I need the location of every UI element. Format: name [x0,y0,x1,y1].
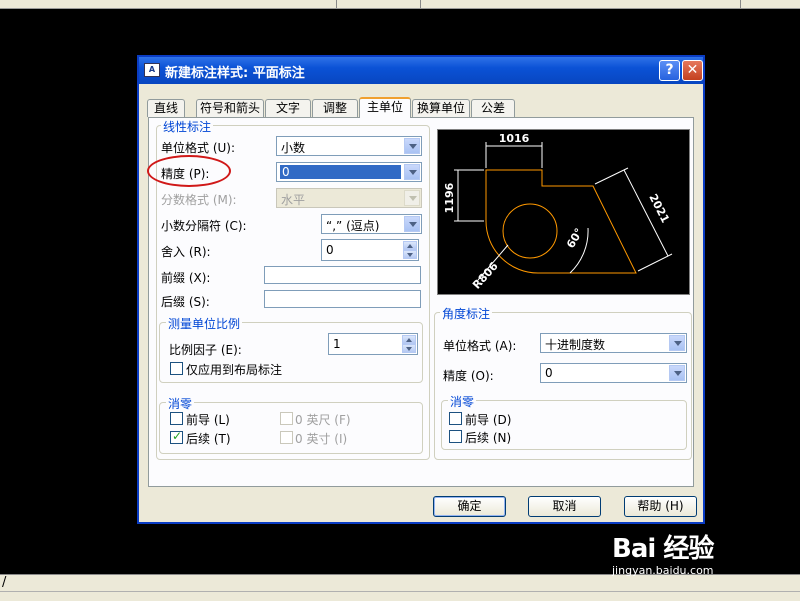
baidu-jingyan-watermark: Bai 经验 jingyan.baidu.com [612,528,714,577]
tab-alternate-units[interactable]: 换算单位 [412,99,470,117]
tab-text[interactable]: 文字 [265,99,311,117]
toolbar-separator [740,0,741,8]
leading-zero-label: 前导 (L) [186,413,230,427]
unit-format-label: 单位格式 (U): [161,141,236,155]
angular-leading-zero-checkbox[interactable] [449,412,462,425]
chevron-down-icon[interactable] [404,216,420,232]
preview-geometry [485,169,637,274]
zero-inches-checkbox [280,431,293,444]
spin-down-icon[interactable] [403,250,417,259]
command-line-prompt: / [2,575,7,590]
angular-unit-format-value: 十进制度数 [545,338,606,352]
decimal-separator-label: 小数分隔符 (C): [161,219,247,233]
watermark-logo: Bai 经验 [612,534,714,564]
help-title-button[interactable]: ? [659,60,680,81]
app-icon: A [144,63,160,77]
round-off-label: 舍入 (R): [161,245,211,259]
top-toolbar-strip [0,0,800,9]
cancel-button[interactable]: 取消 [528,496,601,517]
tab-fit[interactable]: 调整 [312,99,358,117]
chevron-down-icon[interactable] [669,365,685,381]
spin-up-icon[interactable] [402,335,416,344]
scale-factor-label: 比例因子 (E): [169,343,242,357]
trailing-zero-label: 后续 (T) [186,432,231,446]
linear-dimensions-legend: 线性标注 [161,118,214,135]
spin-up-icon[interactable] [403,241,417,250]
prefix-label: 前缀 (X): [161,271,211,285]
preview-dim-top: 1016 [499,132,530,145]
unit-format-value: 小数 [281,141,306,155]
angular-unit-format-label: 单位格式 (A): [443,339,517,353]
tab-primary-units[interactable]: 主单位 [359,97,411,118]
tab-tolerances[interactable]: 公差 [471,99,515,117]
dialog-title: 新建标注样式: 平面标注 [165,66,305,81]
round-off-spinner[interactable]: 0 [321,239,419,261]
preview-dim-left: 1196 [443,182,456,213]
preview-dimension-lines [454,142,673,281]
unit-format-dropdown[interactable]: 小数 [276,136,422,156]
layout-only-label: 仅应用到布局标注 [186,363,283,377]
precision-value: 0 [280,165,401,179]
dimension-preview: 1016 1196 2021 60° R806 [437,129,690,295]
scale-factor-value: 1 [333,337,341,351]
scale-factor-spinner[interactable]: 1 [328,333,418,355]
trailing-zero-checkbox[interactable] [170,429,183,444]
toolbar-separator [420,0,421,8]
angular-leading-zero-label: 前导 (D) [465,413,512,427]
prefix-input[interactable] [264,266,421,284]
tab-symbols-arrows[interactable]: 符号和箭头 [196,99,264,117]
ok-button[interactable]: 确定 [433,496,506,517]
tab-lines[interactable]: 直线 [147,99,185,117]
toolbar-separator [336,0,337,8]
preview-dim-radius: R806 [470,259,501,291]
angular-trailing-zero-label: 后续 (N) [465,431,512,445]
angular-precision-value: 0 [545,366,553,380]
preview-hole [502,203,558,259]
decimal-separator-dropdown[interactable]: “,” (逗点) [321,214,422,234]
suffix-input[interactable] [264,290,421,308]
help-button[interactable]: 帮助 (H) [624,496,697,517]
close-button[interactable]: ✕ [682,60,703,81]
preview-dim-angle: 60° [564,226,586,251]
preview-dim-right: 2021 [646,192,671,225]
measurement-scale-legend: 测量单位比例 [166,315,243,332]
fraction-format-label: 分数格式 (M): [161,193,237,207]
zero-suppression-angular-legend: 消零 [448,393,477,410]
precision-dropdown[interactable]: 0 [276,162,422,182]
chevron-down-icon [404,190,420,206]
round-off-value: 0 [326,243,334,257]
chevron-down-icon[interactable] [404,138,420,154]
angular-precision-label: 精度 (O): [443,369,494,383]
dimension-style-dialog: A 新建标注样式: 平面标注 ? ✕ 直线 符号和箭头 文字 调整 主单位 换算… [137,55,705,524]
watermark-url: jingyan.baidu.com [612,564,714,577]
annotation-highlight-circle [147,155,231,187]
fraction-format-dropdown: 水平 [276,188,422,208]
zero-feet-label: 0 英尺 (F) [295,413,351,427]
command-line-area[interactable]: / [0,574,800,601]
angular-precision-dropdown[interactable]: 0 [540,363,687,383]
zero-inches-label: 0 英寸 (I) [295,432,348,446]
leading-zero-checkbox[interactable] [170,412,183,425]
chevron-down-icon[interactable] [404,164,420,180]
decimal-separator-value: “,” (逗点) [326,219,380,233]
angular-dimensions-legend: 角度标注 [440,305,493,322]
suffix-label: 后缀 (S): [161,295,210,309]
layout-only-checkbox[interactable] [170,362,183,375]
chevron-down-icon[interactable] [669,335,685,351]
dialog-titlebar[interactable]: A 新建标注样式: 平面标注 ? ✕ [139,57,703,84]
zero-suppression-linear-legend: 消零 [166,395,195,412]
fraction-format-value: 水平 [281,193,306,207]
preview-drawing: 1016 1196 2021 60° R806 [443,132,673,292]
zero-feet-checkbox [280,412,293,425]
preview-outline [485,169,637,274]
status-bar-divider [0,591,800,592]
angular-trailing-zero-checkbox[interactable] [449,430,462,443]
spin-down-icon[interactable] [402,344,416,353]
angular-unit-format-dropdown[interactable]: 十进制度数 [540,333,687,353]
